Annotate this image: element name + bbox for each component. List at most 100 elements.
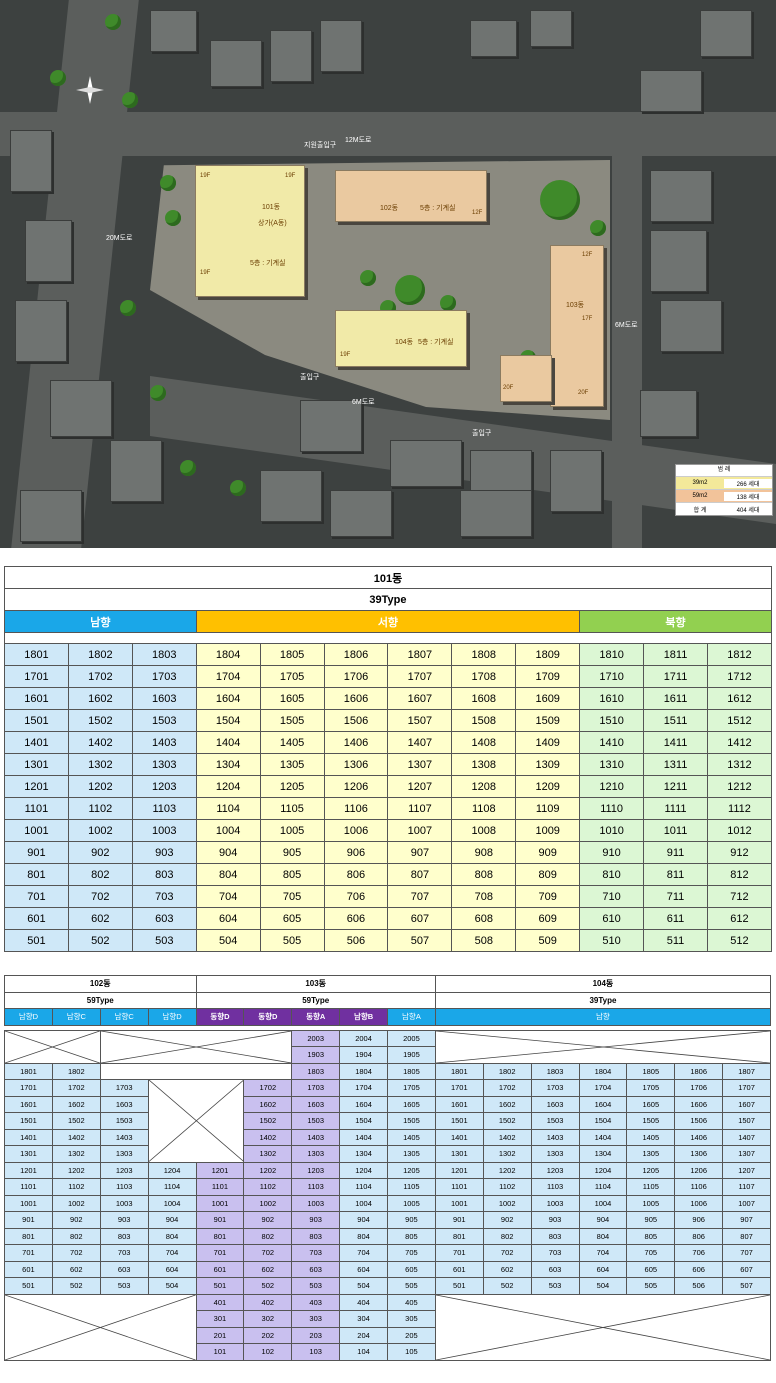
table-row: 601 602 603 604 601 602 603 604 605 601 602 603 604 6… <box>4 1260 771 1278</box>
unit-cell: 802 <box>243 1227 293 1245</box>
unit-cell: 812 <box>706 863 772 886</box>
unit-cell: 1003 <box>99 1194 149 1212</box>
shop-label: 상가(A동) <box>258 220 287 227</box>
unit-cell: 1905 <box>387 1046 436 1064</box>
floor-label: 20F <box>578 390 589 396</box>
neighbor-building <box>210 40 262 87</box>
unit-cell: 1601 <box>434 1095 484 1113</box>
unit-cell: 911 <box>643 841 708 864</box>
unit-cell: 201 <box>195 1326 245 1344</box>
unit-cell: 1701 <box>4 1079 53 1097</box>
unit-cell: 601 <box>195 1260 245 1278</box>
unit-cell: 1506 <box>674 1112 724 1130</box>
unit-cell: 1409 <box>515 731 581 754</box>
unit-cell: 1402 <box>67 731 133 754</box>
unit-cell: 905 <box>626 1211 676 1229</box>
unit-cell: 505 <box>387 1277 436 1295</box>
building-101 <box>195 165 305 297</box>
unit-cell: 1204 <box>195 775 261 798</box>
unit-cell: 802 <box>51 1227 101 1245</box>
unit-cell: 701 <box>195 1244 245 1262</box>
table-row: 1501 1502 1503 1502 1503 1504 1505 1501 1502 1503… <box>4 1112 771 1130</box>
unit-cell: 712 <box>706 885 772 908</box>
unit-cell: 1704 <box>578 1079 628 1097</box>
tree <box>440 295 456 311</box>
unit-cell: 1002 <box>482 1194 532 1212</box>
unit-cell: 910 <box>579 841 645 864</box>
unit-cell: 705 <box>387 1244 436 1262</box>
unit-cell: 1707 <box>722 1079 771 1097</box>
unit-cell: 703 <box>131 885 197 908</box>
unit-cell: 1106 <box>323 797 389 820</box>
unit-cell: 1112 <box>706 797 772 820</box>
unit-cell: 1602 <box>243 1095 293 1113</box>
unit-cell: 608 <box>451 907 517 930</box>
unit-cell: 1602 <box>51 1095 101 1113</box>
unit-cell: 1610 <box>579 687 645 710</box>
neighbor-building <box>330 490 392 537</box>
unit-cell: 1502 <box>243 1112 293 1130</box>
unit-cell: 402 <box>243 1293 293 1311</box>
tree <box>540 180 580 220</box>
table-row: 601 602 603 604 605 606 607 608 609 610 611 612 <box>4 907 772 930</box>
unit-cell: 1005 <box>259 819 325 842</box>
unit-cell: 2003 <box>291 1029 341 1047</box>
unit-cell: 1403 <box>99 1128 149 1146</box>
unit-cell: 1401 <box>434 1128 484 1146</box>
unit-cell: 1501 <box>434 1112 484 1130</box>
unit-cell: 507 <box>722 1277 771 1295</box>
unit-cell: 606 <box>323 907 389 930</box>
unit-cell: 905 <box>259 841 325 864</box>
legend-row: 59m2 138 세대 <box>676 489 772 502</box>
neighbor-building <box>550 450 602 512</box>
col-header: 남향C <box>99 1008 149 1026</box>
unit-cell: 1503 <box>291 1112 341 1130</box>
unit-cell: 801 <box>434 1227 484 1245</box>
unit-cell: 704 <box>339 1244 388 1262</box>
unit-cell: 503 <box>530 1277 580 1295</box>
unit-cell: 1002 <box>67 819 133 842</box>
floor-label: 12F <box>582 252 593 258</box>
unit-cell: 1011 <box>643 819 708 842</box>
unit-cell: 1106 <box>674 1178 724 1196</box>
unit-cell: 1102 <box>67 797 133 820</box>
unit-cell: 1802 <box>482 1062 532 1080</box>
unit-cell: 1603 <box>530 1095 580 1113</box>
unit-cell: 1702 <box>482 1079 532 1097</box>
unit-cell: 1104 <box>339 1178 388 1196</box>
floor-label: 17F <box>582 316 593 322</box>
unit-cell: 803 <box>291 1227 341 1245</box>
unit-cell: 103 <box>291 1343 341 1361</box>
unit-cell: 1102 <box>482 1178 532 1196</box>
empty-cell-x <box>4 1029 101 1064</box>
neighbor-building <box>150 10 197 52</box>
unit-cell: 1003 <box>131 819 197 842</box>
unit-cell: 1310 <box>579 753 645 776</box>
unit-cell: 603 <box>99 1260 149 1278</box>
unit-cell: 1410 <box>579 731 645 754</box>
unit-cell: 503 <box>291 1277 341 1295</box>
unit-cell: 605 <box>626 1260 676 1278</box>
unit-cell: 1804 <box>195 643 261 666</box>
unit-cell: 1105 <box>387 1178 436 1196</box>
unit-cell: 404 <box>339 1293 388 1311</box>
unit-cell: 1406 <box>323 731 389 754</box>
empty-cell-x <box>99 1029 293 1064</box>
unit-cell: 804 <box>195 863 261 886</box>
unit-cell: 1207 <box>722 1161 771 1179</box>
unit-cell: 104 <box>339 1343 388 1361</box>
building-103 <box>550 245 604 407</box>
unit-cell: 1401 <box>4 731 69 754</box>
unit-cell: 603 <box>291 1260 341 1278</box>
unit-cell: 607 <box>722 1260 771 1278</box>
unit-cell: 1101 <box>195 1178 245 1196</box>
unit-cell: 1511 <box>643 709 708 732</box>
unit-cell: 1509 <box>515 709 581 732</box>
unit-cell: 1504 <box>195 709 261 732</box>
unit-cell: 1605 <box>259 687 325 710</box>
unit-cell: 506 <box>674 1277 724 1295</box>
unit-cell: 1603 <box>291 1095 341 1113</box>
unit-cell: 1501 <box>4 709 69 732</box>
road-6m-south-label: 6M도로 <box>352 399 375 406</box>
unit-cell: 1306 <box>323 753 389 776</box>
